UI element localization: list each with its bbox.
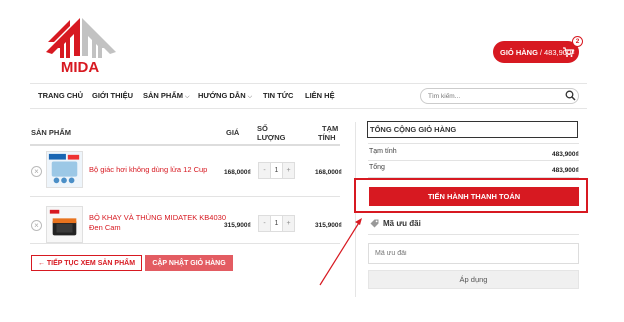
qty-value[interactable]: 1 bbox=[270, 163, 283, 178]
total-label: Tổng bbox=[369, 164, 385, 171]
col-header-qty-line1: SỐ bbox=[257, 124, 268, 133]
col-header-price: GIÁ bbox=[226, 128, 240, 137]
nav-label: TIN TỨC bbox=[263, 91, 294, 100]
apply-coupon-button[interactable]: Áp dụng bbox=[368, 270, 579, 289]
total-value: 483,900₫ bbox=[552, 167, 579, 174]
qty-plus-button[interactable]: + bbox=[283, 163, 294, 178]
search-icon[interactable] bbox=[565, 90, 576, 101]
table-header-divider bbox=[30, 144, 340, 146]
remove-item-button[interactable]: × bbox=[31, 166, 42, 177]
close-icon: × bbox=[34, 220, 39, 230]
qty-minus-button[interactable]: - bbox=[259, 216, 270, 231]
coupon-divider bbox=[368, 234, 579, 235]
mida-logo[interactable]: MIDA bbox=[40, 12, 120, 74]
cart-icon bbox=[563, 47, 574, 57]
product-price: 315,900₫ bbox=[224, 222, 251, 229]
col-header-total-line1: TẠM bbox=[322, 124, 339, 133]
cart-totals-title: TỔNG CỘNG GIỎ HÀNG bbox=[370, 125, 457, 134]
remove-item-button[interactable]: × bbox=[31, 220, 42, 231]
logo-mark bbox=[46, 18, 116, 58]
coupon-code-input[interactable] bbox=[368, 243, 579, 264]
red-arrow bbox=[319, 218, 362, 286]
qty-plus-button[interactable]: + bbox=[283, 216, 294, 231]
cart-count-badge: 2 bbox=[572, 36, 583, 47]
nav-item-contact[interactable]: LIÊN HỆ bbox=[305, 84, 335, 108]
nav-label: SẢN PHẨM bbox=[143, 91, 184, 100]
row-divider bbox=[30, 243, 340, 244]
qty-value[interactable]: 1 bbox=[270, 216, 283, 231]
totals-divider bbox=[368, 160, 579, 161]
col-header-total-line2: TÍNH bbox=[318, 133, 336, 142]
nav-item-news[interactable]: TIN TỨC bbox=[263, 84, 293, 108]
col-header-qty-line2: LƯỢNG bbox=[257, 133, 286, 142]
update-cart-button[interactable]: CẬP NHẬT GIỎ HÀNG bbox=[145, 255, 233, 271]
chevron-down-icon: ⌵ bbox=[247, 94, 253, 100]
quantity-stepper[interactable]: - 1 + bbox=[258, 162, 295, 179]
product-subtotal: 168,000₫ bbox=[315, 169, 342, 176]
product-name-text: Bộ giác hơi không dùng lửa 12 Cup bbox=[89, 165, 208, 174]
cart-separator: / bbox=[539, 47, 543, 57]
nav-item-guide[interactable]: HƯỚNG DẪN ⌵ bbox=[198, 84, 252, 108]
product-name-link[interactable]: BỘ KHAY VÀ THÙNG MIDATEK KB4030 Đen Cam bbox=[89, 213, 226, 233]
quantity-stepper[interactable]: - 1 + bbox=[258, 215, 295, 232]
main-nav: TRANG CHỦ GIỚI THIỆU SẢN PHẨM ⌵ HƯỚNG DẪN… bbox=[30, 83, 587, 109]
coupon-title: Mã ưu đãi bbox=[370, 219, 421, 228]
row-divider bbox=[30, 196, 340, 197]
cart-button[interactable]: GIỎ HÀNG / 483,900₫ 2 bbox=[493, 36, 583, 63]
product-price: 168,000₫ bbox=[224, 169, 251, 176]
tag-icon bbox=[370, 219, 379, 228]
nav-label: TRANG CHỦ bbox=[38, 91, 83, 100]
cart-label: GIỎ HÀNG bbox=[500, 47, 538, 57]
chevron-down-icon: ⌵ bbox=[185, 94, 190, 100]
close-icon: × bbox=[34, 166, 39, 176]
nav-item-products[interactable]: SẢN PHẨM ⌵ bbox=[143, 84, 190, 108]
subtotal-label: Tạm tính bbox=[369, 148, 397, 155]
col-header-product: SẢN PHẨM bbox=[31, 128, 72, 137]
qty-minus-button[interactable]: - bbox=[259, 163, 270, 178]
product-thumbnail[interactable] bbox=[46, 206, 83, 243]
coupon-title-text: Mã ưu đãi bbox=[383, 219, 421, 228]
nav-label: HƯỚNG DẪN bbox=[198, 91, 246, 100]
nav-item-about[interactable]: GIỚI THIỆU bbox=[92, 84, 133, 108]
totals-divider bbox=[368, 143, 579, 144]
checkout-button[interactable]: TIẾN HÀNH THANH TOÁN bbox=[369, 187, 579, 206]
subtotal-value: 483,900₫ bbox=[552, 151, 579, 158]
product-variant-text: Đen Cam bbox=[89, 223, 121, 232]
product-thumbnail[interactable] bbox=[46, 151, 83, 188]
product-name-link[interactable]: Bộ giác hơi không dùng lửa 12 Cup bbox=[89, 165, 207, 175]
product-name-text: BỘ KHAY VÀ THÙNG MIDATEK KB4030 bbox=[89, 213, 226, 222]
nav-label: GIỚI THIỆU bbox=[92, 91, 133, 100]
logo-text: MIDA bbox=[61, 59, 99, 74]
nav-label: LIÊN HỆ bbox=[305, 91, 335, 100]
nav-item-home[interactable]: TRANG CHỦ bbox=[38, 84, 83, 108]
continue-shopping-button[interactable]: ← TIẾP TỤC XEM SẢN PHẨM bbox=[31, 255, 142, 271]
search-input[interactable] bbox=[420, 88, 579, 104]
